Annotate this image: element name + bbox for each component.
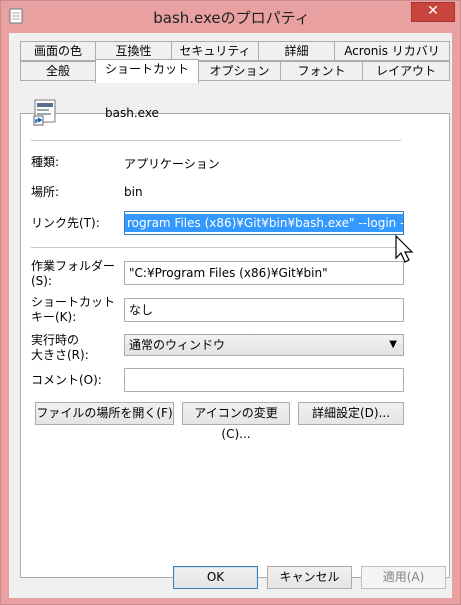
run-label: 実行時の 大きさ(R): [31,333,89,363]
workdir-label-line1: 作業フォルダー [31,259,116,273]
chevron-down-icon: ▼ [389,339,397,350]
target-label: リンク先(T): [31,216,100,230]
target-input[interactable]: rogram Files (x86)¥Git¥bin¥bash.exe" --l… [124,211,404,235]
cancel-button[interactable]: キャンセル [267,566,352,589]
tab-details[interactable]: 詳細 [258,41,335,61]
properties-dialog: bash.exeのプロパティ ✕ 画面の色 互換性 セキュリティ 詳細 Acro… [0,0,461,605]
shortcut-key-label: ショートカット キー(K): [31,295,115,325]
location-value: bin [124,185,143,199]
tab-options[interactable]: オプション [198,61,281,81]
shortcut-key-label-line2: キー(K): [31,310,77,324]
run-label-line1: 実行時の [31,333,80,347]
target-selected-text: rogram Files (x86)¥Git¥bin¥bash.exe" --l… [125,214,403,232]
run-label-line2: 大きさ(R): [31,348,89,362]
close-button[interactable]: ✕ [411,2,455,22]
shortcut-key-input[interactable]: なし [124,298,404,322]
comment-label: コメント(O): [31,373,102,387]
tab-colors[interactable]: 画面の色 [20,41,96,61]
type-label: 種類: [31,155,60,169]
window-title: bash.exeのプロパティ [153,9,310,27]
change-icon-button[interactable]: アイコンの変更(C)... [182,402,290,441]
tab-layout[interactable]: レイアウト [362,61,450,81]
run-size-selected: 通常のウィンドウ [129,338,226,352]
comment-input[interactable] [124,368,404,392]
divider-middle [31,247,401,248]
divider-top [31,140,401,141]
tab-acronis-recovery[interactable]: Acronis リカバリ [334,41,450,61]
tab-font[interactable]: フォント [280,61,363,81]
title-bar: bash.exeのプロパティ ✕ [1,1,461,33]
application-icon [33,99,56,126]
location-label: 場所: [31,185,60,199]
tab-general[interactable]: 全般 [20,61,96,81]
tab-security[interactable]: セキュリティ [171,41,259,61]
run-size-select[interactable]: 通常のウィンドウ ▼ [124,334,404,356]
tab-shortcut[interactable]: ショートカット [95,59,199,83]
advanced-button[interactable]: 詳細設定(D)... [298,402,404,425]
apply-button[interactable]: 適用(A) [361,566,446,589]
ok-button[interactable]: OK [173,566,258,589]
mouse-cursor-icon [395,235,414,263]
shortcut-key-label-line1: ショートカット [31,295,116,309]
workdir-label: 作業フォルダー (S): [31,259,115,289]
workdir-input[interactable]: "C:¥Program Files (x86)¥Git¥bin" [124,261,404,285]
file-name: bash.exe [105,106,159,120]
workdir-label-line2: (S): [31,274,53,288]
type-value: アプリケーション [124,157,220,171]
open-file-location-button[interactable]: ファイルの場所を開く(F) [35,402,174,425]
tab-compatibility[interactable]: 互換性 [95,41,172,61]
